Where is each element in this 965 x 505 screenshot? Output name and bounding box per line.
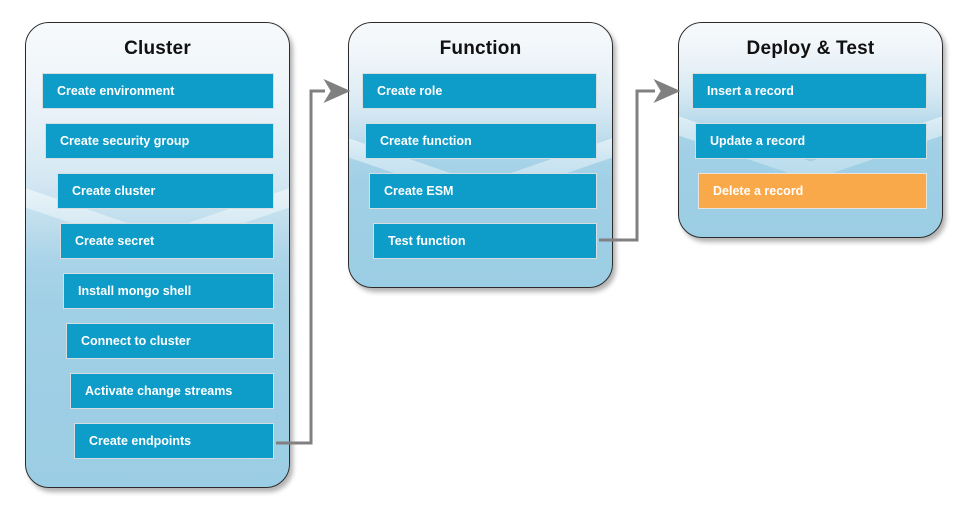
task-label: Connect to cluster [81, 334, 191, 348]
task-label: Create ESM [384, 184, 454, 198]
task-create-secret[interactable]: Create secret [60, 223, 274, 259]
task-update-a-record[interactable]: Update a record [695, 123, 927, 159]
task-label: Delete a record [713, 184, 804, 198]
task-label: Insert a record [707, 84, 794, 98]
task-label: Test function [388, 234, 466, 248]
task-create-cluster[interactable]: Create cluster [57, 173, 274, 209]
task-create-environment[interactable]: Create environment [42, 73, 274, 109]
task-label: Update a record [710, 134, 806, 148]
panel-title-function: Function [439, 38, 522, 59]
task-create-esm[interactable]: Create ESM [369, 173, 597, 209]
task-label: Create cluster [72, 184, 156, 198]
task-create-endpoints[interactable]: Create endpoints [74, 423, 274, 459]
task-label: Activate change streams [85, 384, 233, 398]
task-activate-change-streams[interactable]: Activate change streams [70, 373, 274, 409]
task-label: Create security group [60, 134, 190, 148]
task-install-mongo-shell[interactable]: Install mongo shell [63, 273, 274, 309]
task-insert-a-record[interactable]: Insert a record [692, 73, 927, 109]
task-label: Create environment [57, 84, 175, 98]
arrow-cluster-to-function [276, 79, 351, 445]
task-create-role[interactable]: Create role [362, 73, 597, 109]
task-label: Create endpoints [89, 434, 192, 448]
task-label: Create secret [75, 234, 155, 248]
task-connect-to-cluster[interactable]: Connect to cluster [66, 323, 274, 359]
task-create-security-group[interactable]: Create security group [45, 123, 274, 159]
task-delete-a-record[interactable]: Delete a record [698, 173, 927, 209]
task-label: Create role [377, 84, 443, 98]
task-create-function[interactable]: Create function [365, 123, 597, 159]
task-label: Install mongo shell [78, 284, 192, 298]
arrow-function-to-deploy-test [599, 79, 681, 242]
task-label: Create function [380, 134, 472, 148]
task-test-function[interactable]: Test function [373, 223, 597, 259]
panel-title-deploy-test: Deploy & Test [746, 38, 875, 59]
panel-title-cluster: Cluster [124, 38, 191, 59]
workflow-diagram: Cluster Create environment Create securi… [0, 0, 965, 505]
